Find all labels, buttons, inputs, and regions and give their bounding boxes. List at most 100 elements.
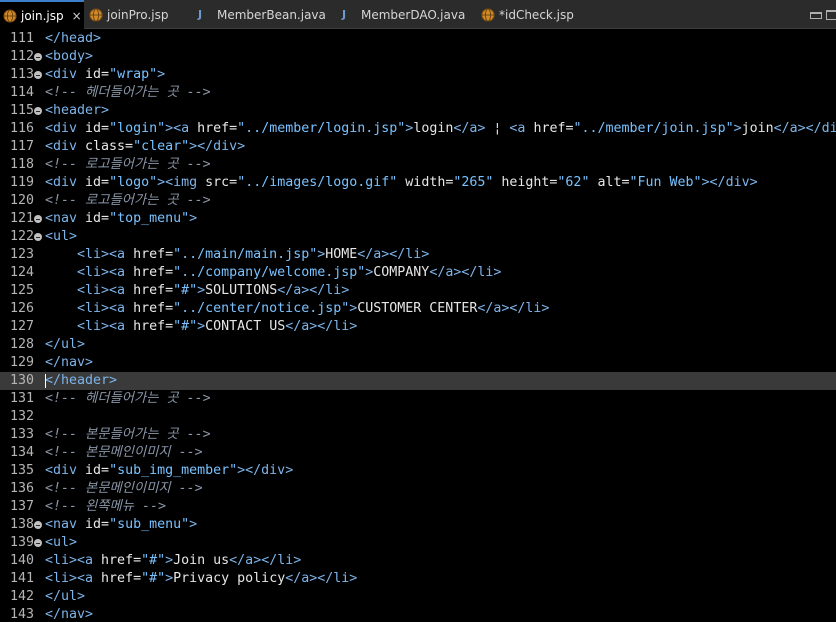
code-line[interactable]: 124 <li><a href="../company/welcome.jsp"… xyxy=(0,264,836,282)
code-text: <!-- 헤더들어가는 곳 --> xyxy=(45,391,211,406)
code-line[interactable]: 120 <!-- 로고들어가는 곳 --> xyxy=(0,192,836,210)
code-text: <nav id="top_menu"> xyxy=(45,211,198,226)
code-line[interactable]: 131 <!-- 헤더들어가는 곳 --> xyxy=(0,390,836,408)
line-number: 128 xyxy=(9,337,34,352)
code-text: <ul> xyxy=(45,535,78,550)
code-line[interactable]: 135 <div id="sub_img_member"></div> xyxy=(0,462,836,480)
tab-label: MemberBean.java xyxy=(217,7,326,22)
code-line[interactable]: 139 <ul> xyxy=(0,534,836,552)
code-line[interactable]: 111 </head> xyxy=(0,30,836,48)
code-line[interactable]: 133 <!-- 본문들어가는 곳 --> xyxy=(0,426,836,444)
line-number: 120 xyxy=(9,193,34,208)
line-number: 138 xyxy=(9,517,34,532)
fold-collapse-icon[interactable] xyxy=(34,53,42,61)
fold-collapse-icon[interactable] xyxy=(34,521,42,529)
line-number: 114 xyxy=(9,85,34,100)
line-number: 119 xyxy=(9,175,34,190)
line-number: 121 xyxy=(9,211,34,226)
code-line[interactable]: 140 <li><a href="#">Join us</a></li> xyxy=(0,552,836,570)
fold-collapse-icon[interactable] xyxy=(34,539,42,547)
globe-icon xyxy=(89,8,103,22)
code-line[interactable]: 125 <li><a href="#">SOLUTIONS</a></li> xyxy=(0,282,836,300)
line-number: 116 xyxy=(9,121,34,136)
editor-tab-bar: join.jsp × joinPro.jsp J MemberBean.java… xyxy=(0,0,836,30)
code-line[interactable]: 127 <li><a href="#">CONTACT US</a></li> xyxy=(0,318,836,336)
code-text: <li><a href="../main/main.jsp">HOME</a><… xyxy=(77,247,430,262)
code-editor[interactable]: 111 </head> 112 <body> 113 <div id="wrap"> 114… xyxy=(0,29,836,622)
tab-label: MemberDAO.java xyxy=(361,7,466,22)
code-line[interactable]: 115 <header> xyxy=(0,102,836,120)
line-number: 135 xyxy=(9,463,34,478)
line-number: 130 xyxy=(9,373,34,388)
line-number: 124 xyxy=(9,265,34,280)
code-text: </header> xyxy=(45,373,118,388)
code-text: <div id="logo"><img src="../images/logo.… xyxy=(45,175,758,190)
line-number: 131 xyxy=(9,391,34,406)
line-number: 143 xyxy=(9,607,34,622)
code-line[interactable]: 141 <li><a href="#">Privacy policy</a></l… xyxy=(0,570,836,588)
code-line[interactable]: 122 <ul> xyxy=(0,228,836,246)
tab-memberdao-java[interactable]: J MemberDAO.java xyxy=(334,0,474,29)
line-number: 126 xyxy=(9,301,34,316)
code-text: <ul> xyxy=(45,229,78,244)
close-icon[interactable]: × xyxy=(72,9,82,23)
tab-memberbean-java[interactable]: J MemberBean.java xyxy=(190,0,330,29)
code-line[interactable]: 134 <!-- 본문메인이미지 --> xyxy=(0,444,836,462)
code-text: <!-- 본문들어가는 곳 --> xyxy=(45,427,211,442)
tab-label: *idCheck.jsp xyxy=(499,7,574,22)
minimize-button[interactable] xyxy=(810,8,822,22)
code-text: </ul> xyxy=(45,337,86,352)
line-number: 112 xyxy=(9,49,34,64)
code-line[interactable]: 117 <div class="clear"></div> xyxy=(0,138,836,156)
tab-joinpro-jsp[interactable]: joinPro.jsp xyxy=(86,0,184,29)
code-line[interactable]: 119 <div id="logo"><img src="../images/lo… xyxy=(0,174,836,192)
code-line[interactable]: 112 <body> xyxy=(0,48,836,66)
code-text: <li><a href="#">Join us</a></li> xyxy=(45,553,302,568)
code-line[interactable]: 142 </ul> xyxy=(0,588,836,606)
code-line[interactable]: 138 <nav id="sub_menu"> xyxy=(0,516,836,534)
code-text: <!-- 본문메인이미지 --> xyxy=(45,445,203,460)
line-number: 118 xyxy=(9,157,34,172)
code-line[interactable]: 118 <!-- 로고들어가는 곳 --> xyxy=(0,156,836,174)
code-line[interactable]: 116 <div id="login"><a href="../member/lo… xyxy=(0,120,836,138)
fold-collapse-icon[interactable] xyxy=(34,107,42,115)
line-number: 140 xyxy=(9,553,34,568)
line-number: 111 xyxy=(9,31,34,46)
code-text: </ul> xyxy=(45,589,86,604)
code-text: <nav id="sub_menu"> xyxy=(45,517,198,532)
fold-collapse-icon[interactable] xyxy=(34,71,42,79)
line-number: 115 xyxy=(9,103,34,118)
code-line[interactable]: 132 xyxy=(0,408,836,426)
line-number: 134 xyxy=(9,445,34,460)
code-line-current[interactable]: 130 </header> xyxy=(0,372,836,390)
code-text: <!-- 로고들어가는 곳 --> xyxy=(45,193,211,208)
text-cursor xyxy=(45,374,46,388)
tab-join-jsp[interactable]: join.jsp × xyxy=(0,0,84,30)
code-line[interactable]: 129 </nav> xyxy=(0,354,836,372)
line-number: 136 xyxy=(9,481,34,496)
code-line[interactable]: 123 <li><a href="../main/main.jsp">HOME<… xyxy=(0,246,836,264)
line-number: 142 xyxy=(9,589,34,604)
fold-collapse-icon[interactable] xyxy=(34,233,42,241)
tab-idcheck-jsp[interactable]: *idCheck.jsp xyxy=(478,0,588,29)
code-line[interactable]: 121 <nav id="top_menu"> xyxy=(0,210,836,228)
code-line[interactable]: 143 </nav> xyxy=(0,606,836,622)
maximize-button[interactable] xyxy=(826,8,836,22)
code-line[interactable]: 137 <!-- 왼쪽메뉴 --> xyxy=(0,498,836,516)
code-line[interactable]: 128 </ul> xyxy=(0,336,836,354)
code-text: <!-- 로고들어가는 곳 --> xyxy=(45,157,211,172)
line-number: 113 xyxy=(9,67,34,82)
code-line[interactable]: 113 <div id="wrap"> xyxy=(0,66,836,84)
code-line[interactable]: 114 <!-- 헤더들어가는 곳 --> xyxy=(0,84,836,102)
code-line[interactable]: 136 <!-- 본문메인이미지 --> xyxy=(0,480,836,498)
line-number: 125 xyxy=(9,283,34,298)
minimize-icon xyxy=(810,11,822,19)
code-text: </nav> xyxy=(45,355,94,370)
code-text: <div id="sub_img_member"></div> xyxy=(45,463,294,478)
line-number: 129 xyxy=(9,355,34,370)
globe-icon xyxy=(3,9,17,23)
fold-collapse-icon[interactable] xyxy=(34,215,42,223)
code-text: <div id="login"><a href="../member/login… xyxy=(45,121,836,136)
line-number: 139 xyxy=(9,535,34,550)
code-line[interactable]: 126 <li><a href="../center/notice.jsp">C… xyxy=(0,300,836,318)
